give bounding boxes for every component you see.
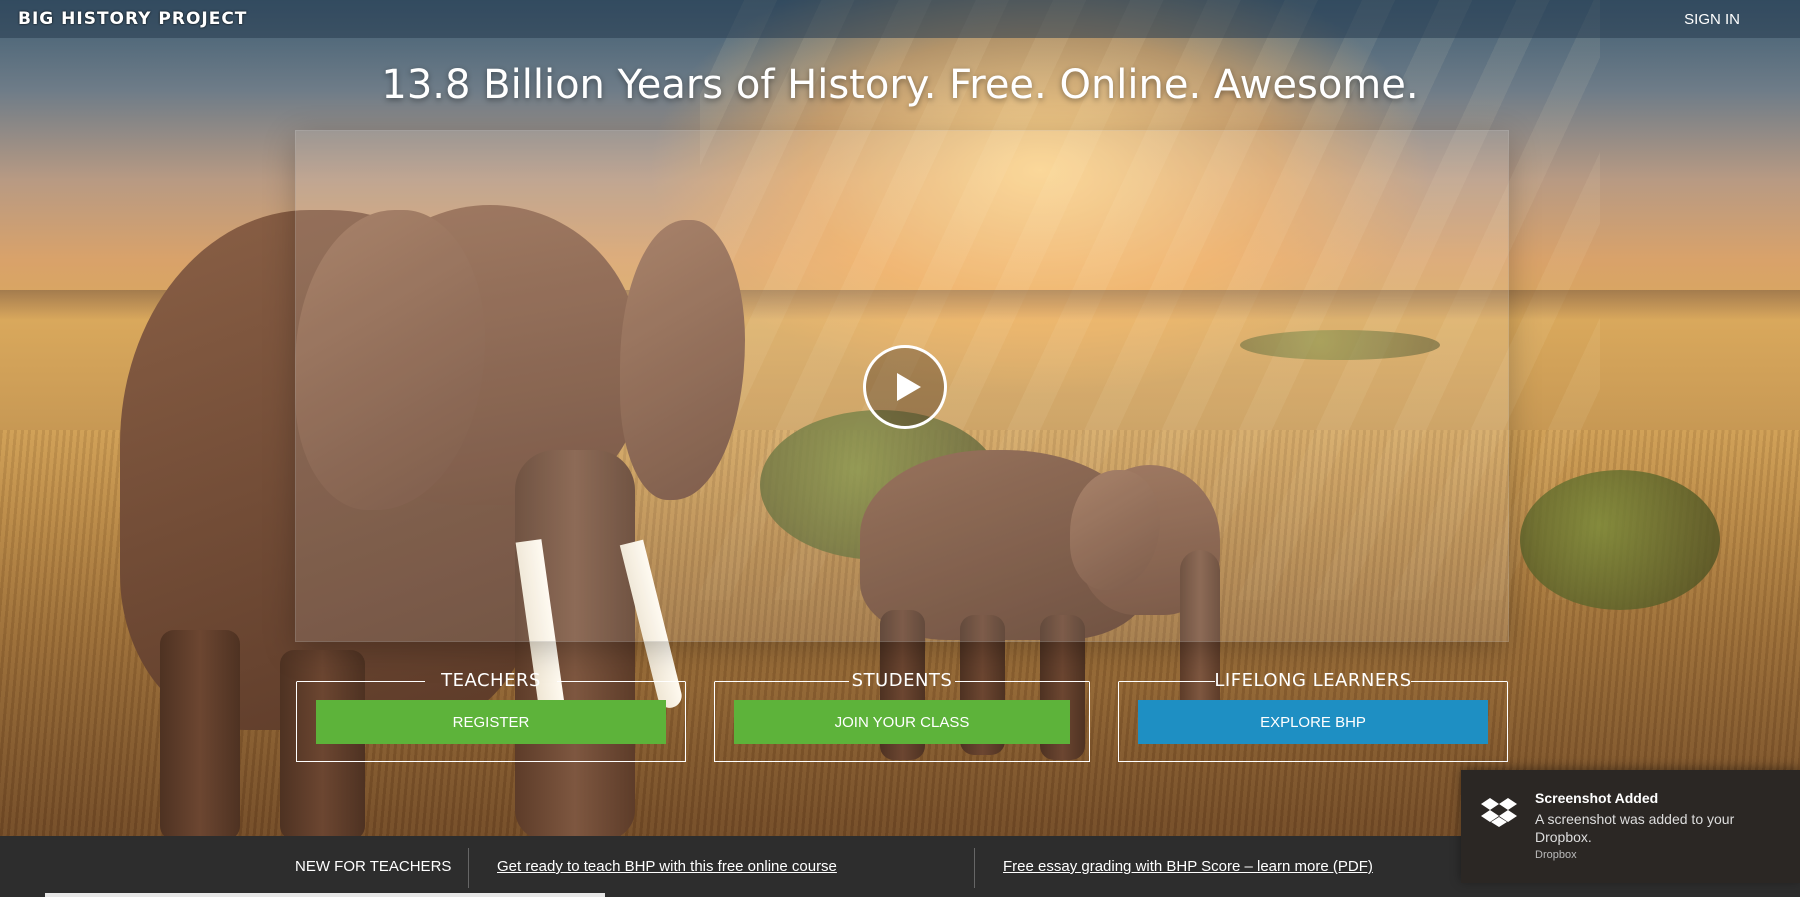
new-for-teachers-label: NEW FOR TEACHERS (295, 858, 452, 875)
top-navigation-bar: BIG HISTORY PROJECT SIGN IN (0, 0, 1800, 38)
bhp-score-link[interactable]: Free essay grading with BHP Score – lear… (1003, 858, 1373, 875)
register-button[interactable]: REGISTER (316, 700, 666, 744)
sign-in-link[interactable]: SIGN IN (1684, 11, 1740, 28)
notification-title: Screenshot Added (1535, 790, 1659, 806)
scroll-indicator (45, 893, 605, 897)
lifelong-learners-panel: LIFELONG LEARNERS EXPLORE BHP (1118, 670, 1508, 762)
explore-bhp-button[interactable]: EXPLORE BHP (1138, 700, 1488, 744)
play-icon (897, 373, 921, 401)
shrub (1520, 470, 1720, 610)
video-play-button[interactable] (863, 345, 947, 429)
lifelong-learners-title: LIFELONG LEARNERS (1214, 670, 1412, 691)
site-logo[interactable]: BIG HISTORY PROJECT (18, 9, 247, 29)
notification-message: A screenshot was added to your Dropbox. (1535, 811, 1735, 845)
online-course-link[interactable]: Get ready to teach BHP with this free on… (497, 858, 837, 875)
page-headline: 13.8 Billion Years of History. Free. Onl… (381, 62, 1419, 108)
students-panel: STUDENTS JOIN YOUR CLASS (714, 670, 1090, 762)
students-title: STUDENTS (851, 670, 953, 691)
notification-source: Dropbox (1535, 849, 1577, 861)
divider (468, 848, 469, 888)
divider (974, 848, 975, 888)
teachers-panel: TEACHERS REGISTER (296, 670, 686, 762)
dropbox-icon (1481, 798, 1517, 827)
join-your-class-button[interactable]: JOIN YOUR CLASS (734, 700, 1070, 744)
dropbox-notification[interactable]: Screenshot Added A screenshot was added … (1461, 770, 1800, 883)
teachers-title: TEACHERS (441, 670, 541, 691)
